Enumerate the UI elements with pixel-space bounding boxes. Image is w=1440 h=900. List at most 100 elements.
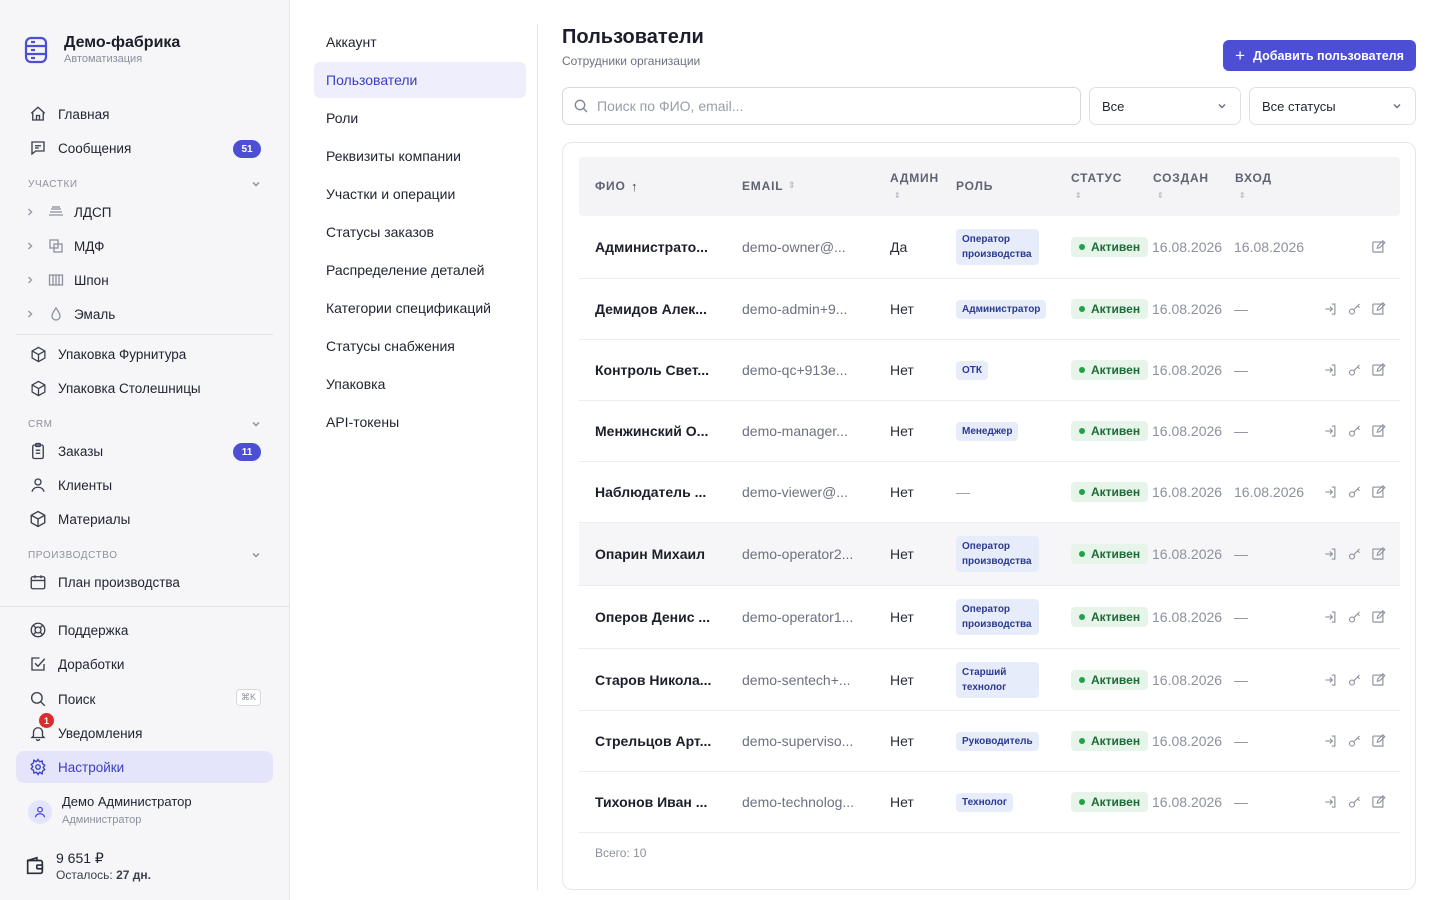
role-badge: Администратор: [956, 300, 1047, 319]
login-as-icon[interactable]: [1323, 547, 1338, 562]
user-email-cell: demo-operator2...: [742, 546, 854, 562]
table-row[interactable]: Старов Никола... demo-sentech+... Нет Старш…: [579, 649, 1400, 711]
nav-area-veneer[interactable]: Шпон: [24, 266, 264, 294]
nav-area-enamel[interactable]: Эмаль: [24, 300, 264, 328]
login-as-icon[interactable]: [1323, 485, 1338, 500]
table-row[interactable]: Контроль Свет... demo-qc+913e... Нет ОТК Акт…: [579, 340, 1400, 401]
login-as-icon[interactable]: [1323, 363, 1338, 378]
user-name-cell[interactable]: Демидов Алек...: [595, 301, 707, 317]
edit-icon[interactable]: [1371, 672, 1386, 687]
edit-icon[interactable]: [1371, 546, 1386, 562]
edit-icon[interactable]: [1371, 301, 1386, 317]
edit-icon[interactable]: [1371, 362, 1386, 378]
user-status-cell: Активен: [1071, 299, 1149, 319]
settings-nav-supply-statuses[interactable]: Статусы снабжения: [314, 328, 526, 364]
key-icon[interactable]: [1347, 734, 1362, 749]
nav-production-plan[interactable]: План производства: [16, 566, 273, 598]
key-icon[interactable]: [1347, 424, 1362, 439]
user-name-cell[interactable]: Старов Никола...: [595, 672, 711, 688]
table-row[interactable]: Тихонов Иван ... demo-technolog... Нет Техн…: [579, 772, 1400, 833]
settings-nav: Аккаунт Пользователи Роли Реквизиты комп…: [290, 0, 538, 900]
table-row[interactable]: Демидов Алек... demo-admin+9... Нет Админис…: [579, 279, 1400, 340]
settings-nav-roles[interactable]: Роли: [314, 100, 526, 136]
nav-settings[interactable]: Настройки: [16, 751, 273, 783]
settings-nav-order-statuses[interactable]: Статусы заказов: [314, 214, 526, 250]
key-icon[interactable]: [1347, 547, 1362, 562]
nav-messages[interactable]: Сообщения 51: [16, 132, 273, 164]
key-icon[interactable]: [1347, 672, 1362, 687]
settings-nav-company-details[interactable]: Реквизиты компании: [314, 138, 526, 174]
settings-nav-api-tokens[interactable]: API-токены: [314, 404, 526, 440]
status-badge: Активен: [1071, 360, 1149, 380]
key-icon[interactable]: [1347, 485, 1362, 500]
nav-search[interactable]: Поиск ⌘K: [16, 683, 273, 715]
nav-notifications[interactable]: 1 Уведомления: [16, 713, 273, 749]
key-icon[interactable]: [1347, 610, 1362, 625]
user-name-cell[interactable]: Опарин Михаил: [595, 546, 705, 562]
role-filter-select[interactable]: Все: [1089, 87, 1241, 125]
search-input[interactable]: [597, 98, 1057, 114]
table-row[interactable]: Оперов Денис ... demo-operator1... Нет Опер…: [579, 586, 1400, 649]
table-row[interactable]: Стрельцов Арт... demo-superviso... Нет Руко…: [579, 711, 1400, 772]
login-as-icon[interactable]: [1323, 610, 1338, 625]
nav-packaging-countertops[interactable]: Упаковка Столешницы: [16, 372, 273, 404]
edit-icon[interactable]: [1371, 794, 1386, 810]
sort-icon: ⇕: [1075, 191, 1082, 200]
search-box[interactable]: [562, 87, 1081, 125]
status-label: Активен: [1091, 424, 1141, 438]
nav-support[interactable]: Поддержка: [16, 614, 273, 646]
nav-home[interactable]: Главная: [16, 98, 273, 130]
settings-nav-users[interactable]: Пользователи: [314, 62, 526, 98]
nav-clients[interactable]: Клиенты: [16, 469, 273, 501]
settings-nav-account[interactable]: Аккаунт: [314, 24, 526, 60]
section-crm[interactable]: CRM: [28, 416, 262, 432]
table-row[interactable]: Опарин Михаил demo-operator2... Нет Операто…: [579, 523, 1400, 586]
settings-nav-part-distribution[interactable]: Распределение деталей: [314, 252, 526, 288]
settings-nav-areas-operations[interactable]: Участки и операции: [314, 176, 526, 212]
calendar-icon: [28, 572, 48, 592]
edit-icon[interactable]: [1371, 484, 1386, 500]
nav-improvements[interactable]: Доработки: [16, 648, 273, 680]
add-user-button[interactable]: + Добавить пользователя: [1223, 40, 1416, 71]
edit-icon[interactable]: [1371, 423, 1386, 439]
status-filter-select[interactable]: Все статусы: [1249, 87, 1416, 125]
user-profile[interactable]: Демо Администратор Администратор: [28, 794, 192, 828]
user-name-cell[interactable]: Администрато...: [595, 239, 708, 255]
nav-area-veneer-label: Шпон: [74, 272, 109, 288]
login-as-icon[interactable]: [1323, 734, 1338, 749]
section-production[interactable]: ПРОИЗВОДСТВО: [28, 547, 262, 563]
settings-nav-spec-categories[interactable]: Категории спецификаций: [314, 290, 526, 326]
brand[interactable]: Демо-фабрика Автоматизация: [24, 34, 180, 66]
nav-packaging-countertops-label: Упаковка Столешницы: [58, 380, 201, 396]
user-status-cell: Активен: [1071, 360, 1149, 380]
settings-nav-packaging[interactable]: Упаковка: [314, 366, 526, 402]
login-as-icon[interactable]: [1323, 795, 1338, 810]
table-row[interactable]: Наблюдатель ... demo-viewer@... Нет — Активе…: [579, 462, 1400, 523]
balance[interactable]: 9 651 ₽ Осталось: 27 дн.: [24, 849, 151, 883]
edit-icon[interactable]: [1371, 733, 1386, 749]
nav-orders[interactable]: Заказы 11: [16, 435, 273, 467]
nav-materials[interactable]: Материалы: [16, 503, 273, 535]
edit-icon[interactable]: [1371, 609, 1386, 625]
login-as-icon[interactable]: [1323, 672, 1338, 687]
key-icon[interactable]: [1347, 795, 1362, 810]
user-name-cell[interactable]: Тихонов Иван ...: [595, 794, 707, 810]
user-name-cell[interactable]: Контроль Свет...: [595, 362, 709, 378]
user-name-cell[interactable]: Менжинский О...: [595, 423, 708, 439]
login-as-icon[interactable]: [1323, 302, 1338, 317]
key-icon[interactable]: [1347, 302, 1362, 317]
table-row[interactable]: Администрато... demo-owner@... Да Оператор …: [579, 216, 1400, 279]
key-icon[interactable]: [1347, 363, 1362, 378]
section-areas[interactable]: УЧАСТКИ: [28, 176, 262, 192]
role-badge: Оператор производства: [956, 599, 1039, 635]
user-name-cell[interactable]: Стрельцов Арт...: [595, 733, 711, 749]
edit-icon[interactable]: [1371, 239, 1386, 255]
login-as-icon[interactable]: [1323, 424, 1338, 439]
nav-packaging-hardware[interactable]: Упаковка Фурнитура: [16, 338, 273, 370]
column-header-admin-label: АДМИН: [890, 171, 939, 185]
table-row[interactable]: Менжинский О... demo-manager... Нет Менедже…: [579, 401, 1400, 462]
nav-area-ldsp[interactable]: ЛДСП: [24, 198, 264, 226]
nav-area-mdf[interactable]: МДФ: [24, 232, 264, 260]
user-name-cell[interactable]: Оперов Денис ...: [595, 609, 710, 625]
user-name-cell[interactable]: Наблюдатель ...: [595, 484, 706, 500]
